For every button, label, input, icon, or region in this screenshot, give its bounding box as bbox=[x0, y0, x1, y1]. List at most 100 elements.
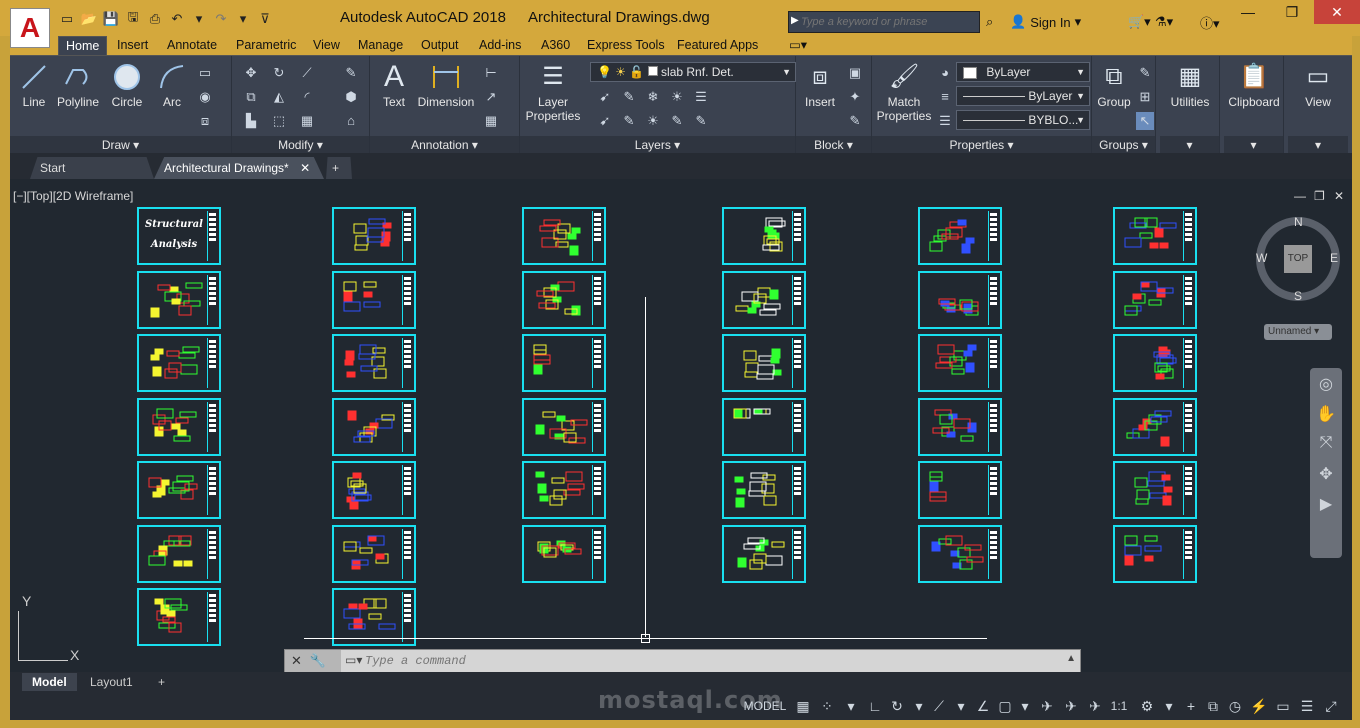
orbit-icon[interactable]: ✥ bbox=[1312, 464, 1340, 488]
tab-express-tools[interactable]: Express Tools bbox=[580, 36, 672, 56]
start-tab[interactable]: Start bbox=[30, 157, 154, 179]
layers-panel-title[interactable]: Layers ▾ bbox=[520, 136, 795, 154]
mirror-icon[interactable]: ◭ bbox=[270, 88, 288, 106]
drawing-sheet[interactable] bbox=[1113, 334, 1197, 392]
drawing-sheet[interactable] bbox=[1113, 461, 1197, 519]
linetype-dropdown[interactable]: ByLayer ▼ bbox=[956, 86, 1090, 106]
annotation-scale-icon[interactable]: ✈ bbox=[1084, 696, 1106, 716]
hatch-icon[interactable]: ◉ bbox=[196, 88, 214, 106]
help-icon[interactable]: ⓘ▾ bbox=[1200, 12, 1220, 32]
lineweight-dropdown[interactable]: BYBLO... ▼ bbox=[956, 110, 1090, 130]
layer-off-icon[interactable]: ➹ bbox=[596, 88, 614, 106]
tab-add-ins[interactable]: Add-ins bbox=[472, 36, 528, 56]
drawing-sheet[interactable] bbox=[1113, 207, 1197, 265]
drawing-sheet[interactable] bbox=[918, 525, 1002, 583]
isodraft-icon[interactable]: ⟋ bbox=[928, 696, 950, 716]
circle-button[interactable]: Circle bbox=[108, 62, 146, 109]
draw-panel-title[interactable]: Draw ▾ bbox=[10, 136, 231, 154]
add-layout-icon[interactable]: + bbox=[148, 673, 175, 691]
copy-icon[interactable]: ⧉ bbox=[242, 88, 260, 106]
table-icon[interactable]: ▦ bbox=[482, 112, 500, 130]
close-tab-icon[interactable]: ✕ bbox=[300, 161, 310, 175]
offset-icon[interactable]: ⌂ bbox=[342, 112, 360, 130]
ribbon-toggle-icon[interactable]: ▭▾ bbox=[782, 36, 814, 56]
binoculars-icon[interactable]: ⌕ bbox=[986, 12, 993, 32]
text-button[interactable]: A Text bbox=[374, 62, 414, 110]
exchange-apps-icon[interactable]: ⚗▾ bbox=[1155, 12, 1173, 32]
group-button[interactable]: ⧉ Group bbox=[1094, 62, 1134, 109]
polar-dropdown-icon[interactable]: ▾ bbox=[908, 696, 930, 716]
layer-match-icon[interactable]: ☰ bbox=[692, 88, 710, 106]
close-command-line-icon[interactable]: ✕ bbox=[291, 653, 302, 669]
match-properties-button[interactable]: 🖌 Match Properties bbox=[876, 62, 932, 123]
tab-manage[interactable]: Manage bbox=[351, 36, 410, 56]
viewport-minimize-icon[interactable]: — bbox=[1294, 189, 1306, 203]
region-icon[interactable]: ⧈ bbox=[196, 112, 214, 130]
drawing-sheet[interactable] bbox=[522, 461, 606, 519]
block-attributes-icon[interactable]: ✎ bbox=[846, 112, 864, 130]
tab-featured-apps[interactable]: Featured Apps bbox=[670, 36, 765, 56]
save-icon[interactable]: 💾 bbox=[102, 10, 120, 28]
view-expand-icon[interactable]: ▾ bbox=[1288, 136, 1348, 154]
open-file-icon[interactable]: 📂 bbox=[80, 10, 98, 28]
drawing-sheet[interactable] bbox=[722, 461, 806, 519]
drawing-sheet[interactable] bbox=[137, 271, 221, 329]
fillet-icon[interactable]: ◜ bbox=[298, 88, 316, 106]
compass-south[interactable]: S bbox=[1294, 289, 1302, 303]
clean-screen-icon[interactable]: ▭ bbox=[1272, 696, 1294, 716]
workspace-dropdown-icon[interactable]: ▾ bbox=[1158, 696, 1180, 716]
search-input[interactable] bbox=[801, 13, 976, 31]
drawing-sheet[interactable] bbox=[137, 588, 221, 646]
viewcube-top-face[interactable]: TOP bbox=[1284, 245, 1312, 273]
steering-wheel-icon[interactable]: ◎ bbox=[1312, 374, 1340, 398]
drawing-sheet[interactable] bbox=[722, 334, 806, 392]
arc-button[interactable]: Arc bbox=[154, 62, 190, 109]
drawing-sheet[interactable] bbox=[137, 461, 221, 519]
scale-icon[interactable]: ⬚ bbox=[270, 112, 288, 130]
stretch-icon[interactable]: ▙ bbox=[242, 112, 260, 130]
layout1-tab[interactable]: Layout1 bbox=[80, 673, 143, 691]
drawing-sheet[interactable] bbox=[522, 207, 606, 265]
drawing-sheet[interactable] bbox=[137, 525, 221, 583]
undo-icon[interactable]: ↶ bbox=[168, 10, 186, 28]
customize-qat-icon[interactable]: ⊽ bbox=[256, 10, 274, 28]
drawing-sheet[interactable] bbox=[918, 398, 1002, 456]
layer-unlock-icon[interactable]: ✎ bbox=[668, 112, 686, 130]
sign-in-button[interactable]: 👤 Sign In ▾ bbox=[1010, 12, 1081, 32]
wrench-icon[interactable]: 🔧 bbox=[310, 653, 326, 669]
drawing-sheet[interactable]: Structural Analysis bbox=[137, 207, 221, 265]
line-button[interactable]: Line bbox=[16, 62, 52, 109]
modify-panel-title[interactable]: Modify ▾ bbox=[232, 136, 369, 154]
fullscreen-icon[interactable]: ⤢ bbox=[1320, 696, 1342, 716]
drawing-tab[interactable]: Architectural Drawings* ✕ bbox=[154, 157, 324, 179]
viewport-close-icon[interactable]: ✕ bbox=[1334, 189, 1344, 203]
color-dropdown[interactable]: ByLayer ▼ bbox=[956, 62, 1090, 82]
search-expand-icon[interactable]: ▶ bbox=[791, 15, 799, 26]
object-snap-icon[interactable]: ▢ bbox=[994, 696, 1016, 716]
drawing-sheet[interactable] bbox=[1113, 525, 1197, 583]
new-file-icon[interactable]: ▭ bbox=[58, 10, 76, 28]
drawing-viewport[interactable]: [−][Top][2D Wireframe] Structural Analysi… bbox=[10, 179, 1352, 672]
drawing-sheet[interactable] bbox=[332, 398, 416, 456]
compass-west[interactable]: W bbox=[1256, 251, 1267, 265]
layer-previous-icon[interactable]: ✎ bbox=[692, 112, 710, 130]
drawing-sheet[interactable] bbox=[1113, 398, 1197, 456]
tab-annotate[interactable]: Annotate bbox=[160, 36, 224, 56]
utilities-panel[interactable]: ▦ Utilities ▾ bbox=[1160, 56, 1220, 154]
print-icon[interactable]: ⎙ bbox=[146, 10, 164, 28]
trim-icon[interactable]: ⟋ bbox=[298, 64, 316, 82]
tab-output[interactable]: Output bbox=[414, 36, 466, 56]
save-as-icon[interactable]: 🖫 bbox=[124, 9, 142, 28]
layer-lock-icon[interactable]: ☀ bbox=[668, 88, 686, 106]
drawing-sheet[interactable] bbox=[722, 207, 806, 265]
snap-icon[interactable]: ⁘ bbox=[816, 696, 838, 716]
minimize-icon[interactable]: — bbox=[1226, 0, 1270, 24]
viewport-restore-icon[interactable]: ❐ bbox=[1314, 189, 1325, 203]
tab-insert[interactable]: Insert bbox=[110, 36, 155, 56]
close-icon[interactable]: ✕ bbox=[1314, 0, 1360, 24]
compass-north[interactable]: N bbox=[1294, 215, 1303, 229]
new-tab-icon[interactable]: + bbox=[326, 157, 352, 179]
drawing-sheet[interactable] bbox=[332, 334, 416, 392]
polyline-button[interactable]: Polyline bbox=[54, 62, 102, 109]
annotation-autoscale-icon[interactable]: ✈ bbox=[1060, 696, 1082, 716]
